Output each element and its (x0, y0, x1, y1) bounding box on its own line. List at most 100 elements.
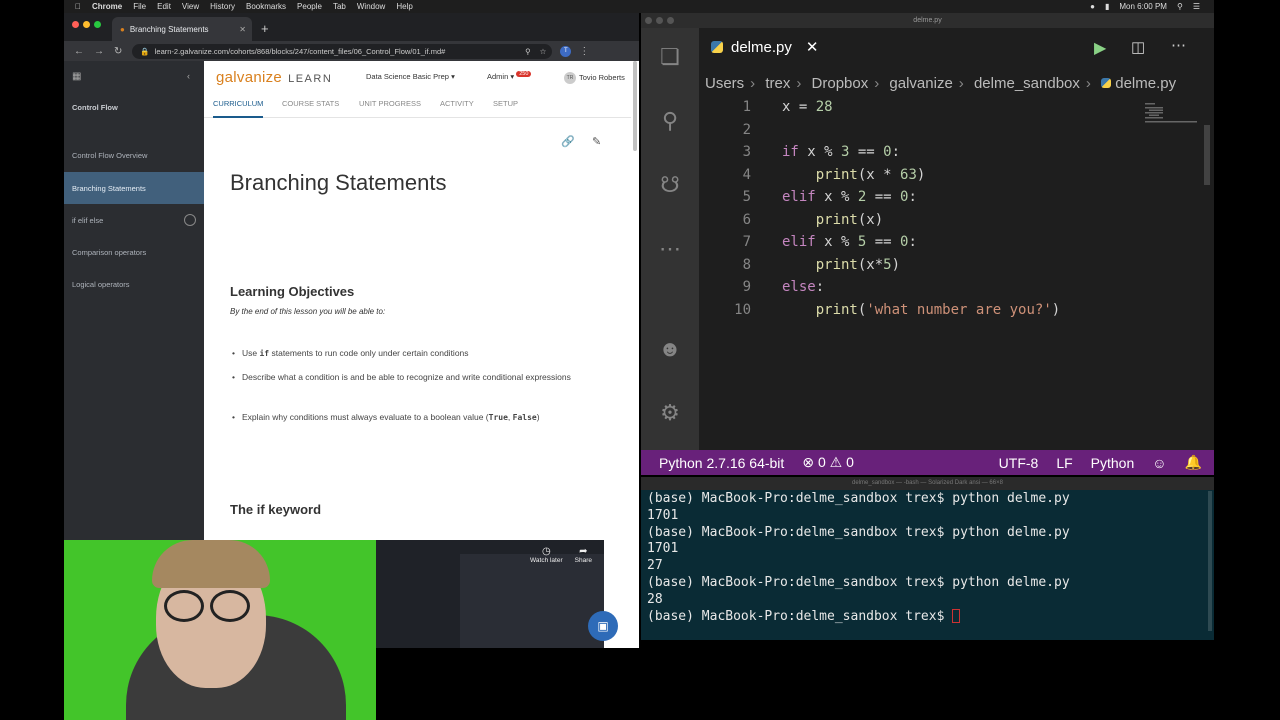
menu-view[interactable]: View (182, 2, 199, 11)
tab-course-stats[interactable]: COURSE STATS (282, 99, 339, 108)
warning-icon: ⚠ (829, 454, 843, 470)
editor-scrollbar[interactable] (1204, 125, 1210, 185)
course-selector[interactable]: Data Science Basic Prep ▾ (366, 72, 455, 81)
line-number: 10 (734, 301, 751, 318)
page-scrollbar[interactable] (633, 61, 637, 151)
editor-tab-delme[interactable]: delme.py ✕ (711, 38, 818, 56)
search-icon[interactable]: ⚲ (1177, 2, 1183, 11)
forward-icon[interactable]: → (94, 46, 104, 57)
encoding[interactable]: UTF-8 (999, 455, 1039, 471)
lock-icon[interactable]: 🔒 (140, 47, 149, 56)
collapse-chevron-icon[interactable]: ‹ (187, 71, 190, 81)
link-icon[interactable]: 🔗 (561, 135, 575, 148)
line-ending[interactable]: LF (1056, 455, 1072, 471)
terminal-line: 1701 (647, 541, 679, 557)
minimize-window-icon[interactable] (656, 17, 663, 24)
clock[interactable]: Mon 6:00 PM (1119, 2, 1167, 11)
tab-close-icon[interactable]: ✕ (239, 25, 246, 34)
admin-menu[interactable]: Admin ▾ 250 (487, 71, 532, 81)
maximize-window-icon[interactable] (667, 17, 674, 24)
terminal-output[interactable]: (base) MacBook-Pro:delme_sandbox trex$ p… (647, 491, 1070, 625)
zoom-icon[interactable]: ⚲ (525, 47, 531, 56)
webcam-overlay (64, 540, 376, 720)
tab-curriculum[interactable]: CURRICULUM (213, 99, 264, 118)
warning-count: 0 (846, 454, 854, 470)
more-actions-icon[interactable]: ⋯ (1171, 36, 1186, 54)
sidebar-item-label: Branching Statements (72, 183, 146, 193)
close-window-icon[interactable] (645, 17, 652, 24)
bookmark-star-icon[interactable]: ☆ (540, 47, 547, 56)
terminal-scrollbar[interactable] (1208, 491, 1212, 631)
tab-unit-progress[interactable]: UNIT PROGRESS (359, 99, 421, 108)
text: Explain why conditions must always evalu… (242, 412, 489, 422)
tab-setup[interactable]: SETUP (493, 99, 518, 108)
source-control-icon[interactable]: ☋ (655, 170, 685, 200)
search-icon[interactable]: ⚲ (655, 106, 685, 136)
chrome-menu-icon[interactable]: ⋮ (579, 46, 589, 57)
edit-pencil-icon[interactable]: ✎ (592, 135, 601, 148)
notifications-bell-icon[interactable]: 🔔 (1185, 454, 1202, 471)
maximize-window-icon[interactable] (94, 21, 101, 28)
new-tab-icon[interactable]: + (261, 21, 269, 36)
breadcrumb: Users › trex › Dropbox › galvanize › delme_s… (705, 75, 1177, 92)
browser-tab[interactable]: ● Branching Statements ✕ (112, 17, 252, 41)
apps-grid-icon[interactable]: ▦ (72, 71, 81, 82)
apple-icon[interactable]:  (75, 2, 81, 11)
more-views-icon[interactable]: ⋯ (655, 234, 685, 264)
minimize-window-icon[interactable] (83, 21, 90, 28)
wifi-icon[interactable]: ● (1090, 2, 1095, 11)
menu-window[interactable]: Window (357, 2, 385, 11)
line-number: 2 (742, 121, 751, 138)
chat-button[interactable]: ▣ (588, 611, 618, 641)
sidebar-item-comparison-operators[interactable]: Comparison operators (64, 236, 204, 268)
person-hair (152, 540, 270, 588)
minimap[interactable] (1145, 101, 1200, 123)
settings-gear-icon[interactable]: ⚙ (655, 398, 685, 428)
python-interpreter[interactable]: Python 2.7.16 64-bit (659, 455, 784, 471)
terminal-window: delme_sandbox — -bash — Solarized Dark a… (641, 477, 1214, 640)
feedback-icon[interactable]: ☺ (1152, 455, 1166, 471)
menu-edit[interactable]: Edit (157, 2, 171, 11)
menu-file[interactable]: File (133, 2, 146, 11)
breadcrumb-item[interactable]: Users (705, 75, 744, 92)
menu-bookmarks[interactable]: Bookmarks (246, 2, 286, 11)
tab-strip: ● Branching Statements ✕ + (64, 13, 639, 41)
line-number: 9 (742, 279, 751, 295)
problems-indicator[interactable]: ⊗ 0 ⚠ 0 (802, 454, 854, 471)
code-line: print(x * 63) (815, 166, 926, 183)
battery-icon[interactable]: ▮ (1105, 2, 1109, 11)
terminal-line: (base) MacBook-Pro:delme_sandbox trex$ p… (647, 491, 1070, 506)
sidebar-item-control-flow-overview[interactable]: Control Flow Overview (64, 139, 204, 171)
language-mode[interactable]: Python (1091, 455, 1135, 471)
breadcrumb-item[interactable]: trex (765, 75, 790, 92)
close-tab-icon[interactable]: ✕ (806, 38, 819, 56)
menu-people[interactable]: People (297, 2, 322, 11)
user-menu[interactable]: TR Tovio Roberts (564, 72, 625, 84)
run-play-icon[interactable]: ▶ (1094, 38, 1106, 58)
breadcrumb-item[interactable]: galvanize (889, 75, 952, 92)
sidebar-item-if-elif-else[interactable]: if elif else (64, 204, 204, 236)
address-bar[interactable]: 🔒 learn-2.galvanize.com/cohorts/868/bloc… (132, 43, 553, 59)
sidebar-item-branching-statements[interactable]: Branching Statements (64, 172, 204, 204)
menu-app[interactable]: Chrome (92, 2, 122, 11)
profile-avatar[interactable]: T (560, 45, 572, 57)
back-icon[interactable]: ← (74, 46, 84, 57)
breadcrumb-item[interactable]: delme_sandbox (974, 75, 1080, 92)
reload-icon[interactable]: ↻ (114, 46, 122, 57)
watch-later-button[interactable]: ◷ Watch later (530, 546, 563, 564)
inline-code: if (259, 349, 270, 358)
menu-list-icon[interactable]: ☰ (1193, 2, 1200, 11)
menu-history[interactable]: History (210, 2, 235, 11)
menu-tab[interactable]: Tab (333, 2, 346, 11)
breadcrumb-item[interactable]: Dropbox (812, 75, 869, 92)
galvanize-logo[interactable]: galvanize LEARN (216, 69, 332, 86)
share-button[interactable]: ➦ Share (575, 546, 592, 564)
split-editor-icon[interactable]: ◫ (1131, 38, 1145, 56)
menu-help[interactable]: Help (396, 2, 412, 11)
close-window-icon[interactable] (72, 21, 79, 28)
sidebar-item-logical-operators[interactable]: Logical operators (64, 268, 204, 300)
explorer-icon[interactable]: ❏ (655, 42, 685, 72)
tab-activity[interactable]: ACTIVITY (440, 99, 474, 108)
account-icon[interactable]: ☻ (655, 334, 685, 364)
breadcrumb-item[interactable]: delme.py (1115, 75, 1176, 92)
